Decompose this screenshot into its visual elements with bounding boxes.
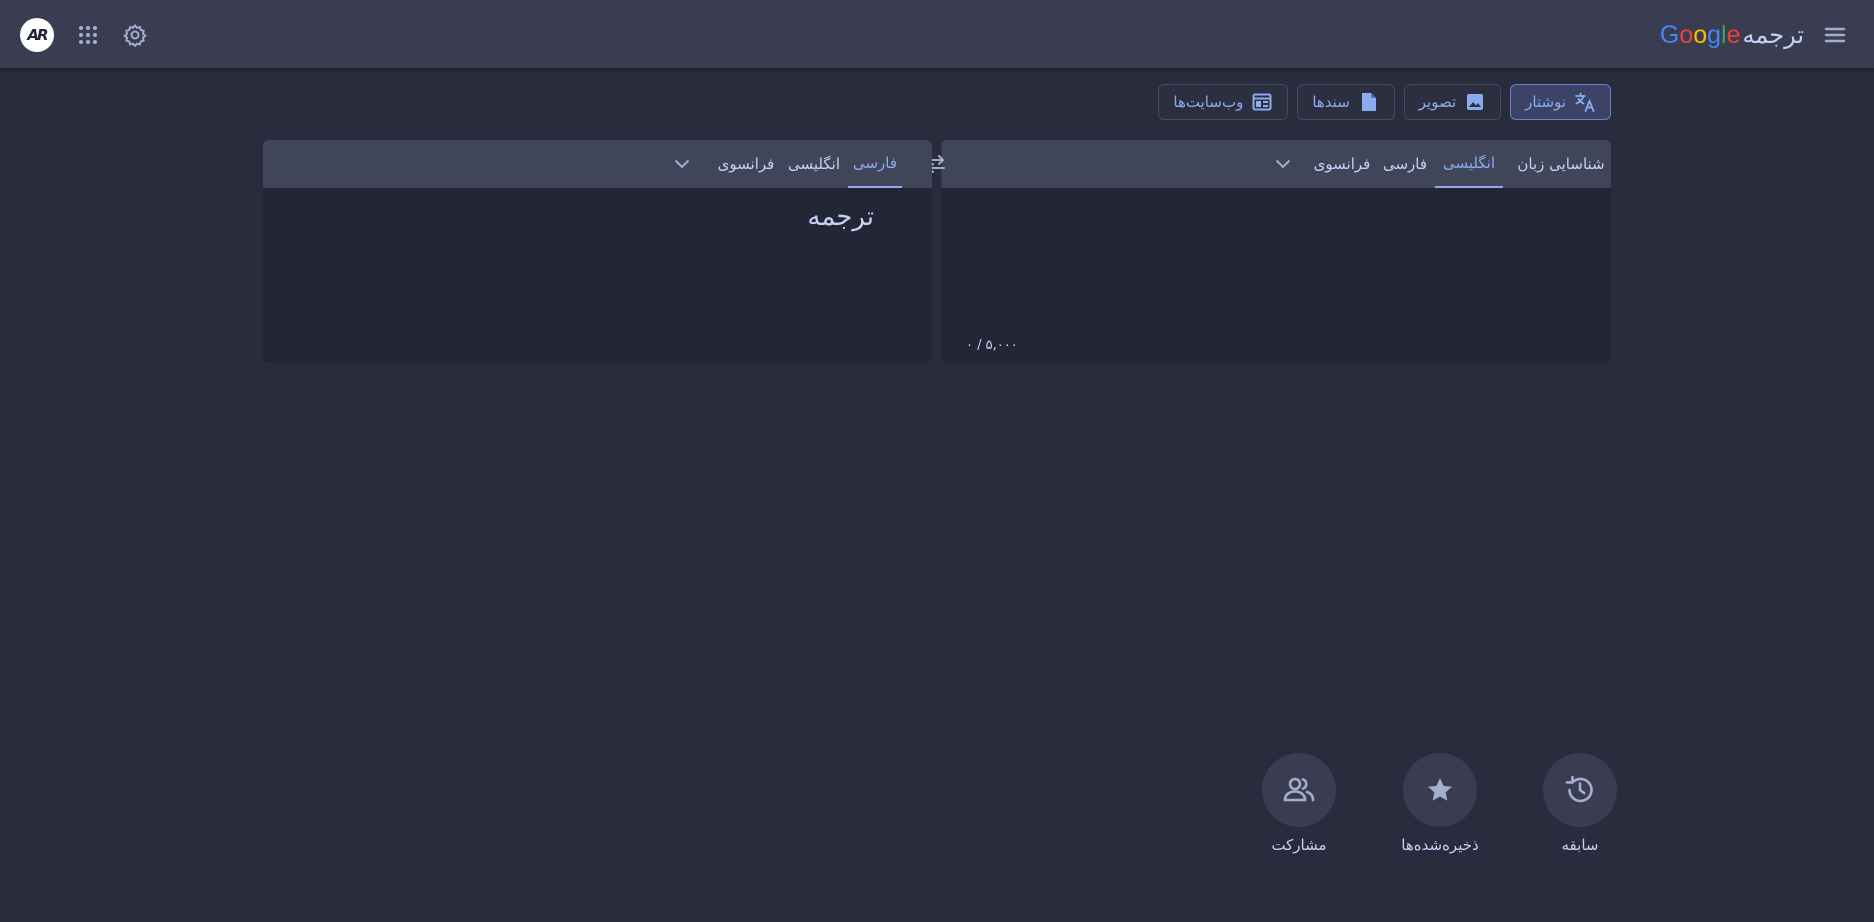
mode-tabs: نوشتار تصویر سندها xyxy=(1158,84,1611,120)
website-icon xyxy=(1251,91,1273,113)
mode-label: تصویر xyxy=(1418,93,1457,111)
history-button[interactable]: سابقه xyxy=(1520,753,1640,854)
history-icon xyxy=(1543,753,1617,827)
app-title: ترجمه xyxy=(1742,21,1805,49)
target-language-dropdown-chevron-down-icon[interactable] xyxy=(670,152,694,176)
detect-language-tab[interactable]: شناسایی زبان xyxy=(1511,140,1611,188)
translate-icon xyxy=(1574,91,1596,113)
app-logo: Google ترجمه xyxy=(1660,18,1804,52)
source-tab-english[interactable]: انگلیسی xyxy=(1435,140,1503,188)
source-text-input[interactable] xyxy=(941,188,1611,363)
source-tab-french[interactable]: فرانسوی xyxy=(1309,140,1375,188)
target-tab-french[interactable]: فرانسوی xyxy=(713,140,779,188)
mode-websites-button[interactable]: وب‌سایت‌ها xyxy=(1158,84,1289,120)
contribute-label: مشارکت xyxy=(1271,836,1327,854)
source-tab-persian[interactable]: فارسی xyxy=(1377,140,1433,188)
image-icon xyxy=(1464,91,1486,113)
google-wordmark: Google xyxy=(1659,20,1741,49)
mode-label: وب‌سایت‌ها xyxy=(1173,93,1244,111)
translation-placeholder: ترجمه xyxy=(807,202,874,232)
mode-label: سندها xyxy=(1312,93,1350,111)
mode-image-button[interactable]: تصویر xyxy=(1403,84,1502,120)
top-bar: AR Google ترجمه xyxy=(0,0,1874,68)
people-icon xyxy=(1262,753,1336,827)
menu-icon[interactable] xyxy=(1822,22,1848,48)
history-label: سابقه xyxy=(1561,836,1599,854)
source-language-dropdown-chevron-down-icon[interactable] xyxy=(1271,152,1295,176)
apps-grid-icon[interactable] xyxy=(73,20,103,50)
target-tab-persian[interactable]: فارسی xyxy=(848,140,902,188)
character-counter: ۰ / ۵,۰۰۰ xyxy=(966,338,1018,353)
avatar[interactable]: AR xyxy=(20,18,54,52)
mode-documents-button[interactable]: سندها xyxy=(1297,84,1395,120)
mode-text-button[interactable]: نوشتار xyxy=(1510,84,1611,120)
saved-label: ذخیره‌شده‌ها xyxy=(1401,836,1479,854)
target-tab-english[interactable]: انگلیسی xyxy=(783,140,845,188)
mode-label: نوشتار xyxy=(1525,93,1566,111)
contribute-button[interactable]: مشارکت xyxy=(1239,753,1359,854)
source-language-bar: شناسایی زبان انگلیسی فارسی فرانسوی xyxy=(941,140,1611,188)
document-icon xyxy=(1358,91,1380,113)
target-language-bar: فارسی انگلیسی فرانسوی xyxy=(263,140,932,188)
saved-button[interactable]: ذخیره‌شده‌ها xyxy=(1380,753,1500,854)
gear-icon[interactable] xyxy=(120,20,150,50)
star-icon xyxy=(1403,753,1477,827)
